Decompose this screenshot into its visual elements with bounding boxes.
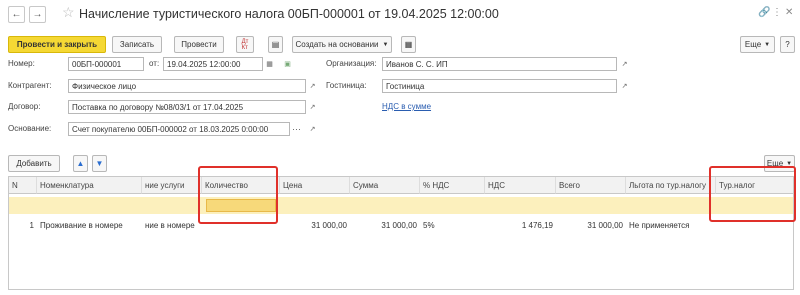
save-button[interactable]: Записать (112, 36, 162, 53)
basis-label: Основание: (8, 124, 52, 133)
more-button[interactable]: Еще ▼ (740, 36, 775, 53)
column-header-service[interactable]: ние услуги (142, 177, 202, 194)
post-and-close-button[interactable]: Провести и закрыть (8, 36, 106, 53)
column-header-total[interactable]: Всего (556, 177, 626, 194)
basis-select-icon[interactable]: ⋯ (291, 122, 302, 136)
back-button[interactable]: ← (8, 6, 25, 23)
hotel-field[interactable]: Гостиница (382, 79, 617, 93)
counterparty-label: Контрагент: (8, 81, 52, 90)
contract-label: Договор: (8, 102, 41, 111)
move-up-button[interactable]: ▲ (73, 155, 88, 172)
post-button[interactable]: Провести (174, 36, 224, 53)
column-header-benefit[interactable]: Льгота по тур.налогу (626, 177, 716, 194)
highlight-quantity-column (198, 166, 278, 224)
create-based-button[interactable]: Создать на основании ▼ (292, 36, 392, 53)
basis-open-icon[interactable]: ↗ (307, 122, 318, 136)
favorite-star-icon[interactable]: ☆ (62, 4, 75, 21)
column-header-sum[interactable]: Сумма (350, 177, 420, 194)
cell-n: 1 (29, 221, 34, 230)
number-label: Номер: (8, 59, 35, 68)
structure-button[interactable]: ▦ (401, 36, 416, 53)
highlight-tourist-tax-column (709, 166, 796, 222)
cell-nomenclature[interactable]: Проживание в номере (37, 217, 142, 234)
cell-total[interactable]: 31 000,00 (556, 217, 626, 234)
hotel-open-icon[interactable]: ↗ (619, 79, 630, 93)
move-down-button[interactable]: ▼ (92, 155, 107, 172)
contract-open-icon[interactable]: ↗ (307, 100, 318, 114)
column-header-price[interactable]: Цена (280, 177, 350, 194)
date-label: от: (149, 59, 160, 68)
date-field[interactable]: 19.04.2025 12:00:00 (163, 57, 263, 71)
add-row-button[interactable]: Добавить (8, 155, 60, 172)
org-field[interactable]: Иванов С. С. ИП (382, 57, 617, 71)
items-table[interactable]: N Номенклатура ние услуги Количество Цен… (8, 176, 794, 290)
contract-field[interactable]: Поставка по договору №08/03/1 от 17.04.2… (68, 100, 306, 114)
vat-in-sum-link[interactable]: НДС в сумме (382, 102, 431, 111)
chevron-down-icon: ▼ (764, 41, 771, 48)
debit-credit-icon: Дт Кт (241, 38, 249, 51)
forward-button[interactable]: → (29, 6, 46, 23)
column-header-vat[interactable]: НДС (485, 177, 556, 194)
menu-dots-icon[interactable]: ⋮ (772, 7, 782, 18)
org-label: Организация: (326, 59, 377, 68)
column-header-nomenclature[interactable]: Номенклатура (37, 177, 142, 194)
table-row[interactable]: 1 Проживание в номере ние в номере 31 00… (9, 197, 793, 230)
hotel-label: Гостиница: (326, 81, 367, 90)
structure-icon: ▦ (404, 40, 413, 49)
close-icon[interactable]: ✕ (785, 7, 793, 18)
cell-service[interactable]: ние в номере (142, 217, 202, 234)
counterparty-open-icon[interactable]: ↗ (307, 79, 318, 93)
basis-field[interactable]: Счет покупателю 00БП-000002 от 18.03.202… (68, 122, 290, 136)
counterparty-field[interactable]: Физическое лицо (68, 79, 306, 93)
cell-price[interactable]: 31 000,00 (280, 217, 350, 234)
column-header-vat-rate[interactable]: % НДС (420, 177, 485, 194)
arrow-down-icon: ▼ (95, 159, 104, 168)
arrow-left-icon: ← (11, 9, 22, 20)
arrow-right-icon: → (32, 9, 43, 20)
cell-vat[interactable]: 1 476,19 (485, 217, 556, 234)
dt-kt-button[interactable]: Дт Кт (236, 36, 254, 53)
org-open-icon[interactable]: ↗ (619, 57, 630, 71)
arrow-up-icon: ▲ (76, 159, 85, 168)
number-field[interactable]: 00БП-000001 (68, 57, 144, 71)
column-header-n[interactable]: N (9, 177, 37, 194)
chat-icon[interactable]: ▣ (282, 57, 293, 71)
page-title: Начисление туристического налога 00БП-00… (79, 7, 499, 21)
document-icon: ▤ (271, 40, 280, 49)
cell-sum[interactable]: 31 000,00 (350, 217, 420, 234)
link-icon[interactable]: 🔗 (758, 7, 770, 18)
cell-benefit[interactable]: Не применяется (626, 217, 716, 234)
help-button[interactable]: ? (780, 36, 795, 53)
calendar-icon[interactable]: ▦ (264, 57, 275, 71)
chevron-down-icon: ▼ (382, 41, 389, 48)
document-button[interactable]: ▤ (268, 36, 283, 53)
cell-vat-rate[interactable]: 5% (420, 217, 485, 234)
